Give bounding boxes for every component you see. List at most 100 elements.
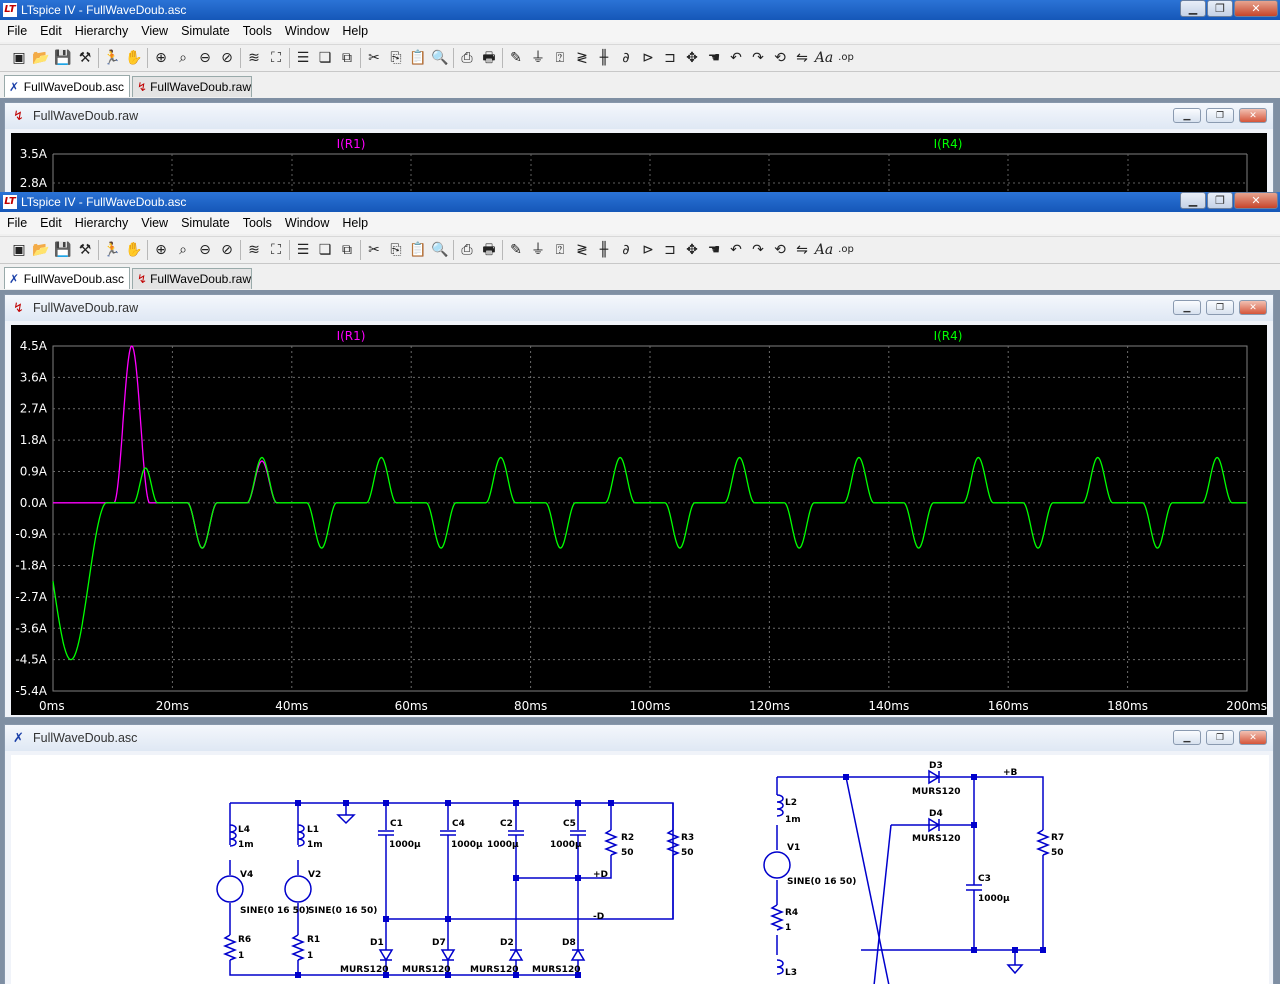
child-restore-button[interactable]: ❐ [1206,108,1234,123]
component-label[interactable]: V1 [787,843,800,853]
component-value[interactable]: 1m [307,840,323,850]
component-value[interactable]: 1000µ [451,840,483,850]
minimize-button[interactable]: ▁ [1180,192,1206,209]
component-label[interactable]: V4 [240,870,253,880]
waveform-plot[interactable]: 4.5A 3.6A 2.7A 1.8A 0.9A 0.0A -0.9A -1.8A -2.7A -… [11,325,1267,715]
component-label[interactable]: D7 [432,938,446,948]
save-icon[interactable]: 💾 [52,47,74,69]
component-value[interactable]: MURS120 [912,834,960,844]
restore-button[interactable]: ❐ [1207,192,1233,209]
close-button[interactable]: ✕ [1234,192,1278,209]
component-label[interactable]: D2 [500,938,514,948]
capacitor-icon[interactable]: ╫ [593,239,615,261]
text-icon[interactable]: Aa [813,47,835,69]
component-value[interactable]: MURS120 [532,965,580,975]
zoom-pan-icon[interactable]: ⌕ [172,239,194,261]
inductor-icon[interactable]: ∂ [615,47,637,69]
zoom-cancel-icon[interactable]: ⊘ [216,239,238,261]
component-value[interactable]: 1m [785,815,801,825]
minimize-button[interactable]: ▁ [1180,0,1206,17]
component-label[interactable]: D1 [370,938,384,948]
menu-file[interactable]: File [0,20,33,42]
menu-hierarchy[interactable]: Hierarchy [68,212,135,234]
child-minimize-button[interactable]: ▁ [1173,300,1201,315]
resistor-icon[interactable]: ≷ [571,47,593,69]
tile-horizontal-icon[interactable]: ☰ [292,47,314,69]
inductor-icon[interactable]: ∂ [615,239,637,261]
schematic-window-titlebar[interactable]: ✗ FullWaveDoub.asc ▁ ❐ ✕ [5,725,1273,751]
trace-label-ir4[interactable]: I(R4) [934,137,963,151]
waveform-plot[interactable]: 3.5A 2.8A I(R1) I(R4) [11,133,1267,192]
cascade-icon[interactable]: ❏ [314,239,336,261]
menu-window[interactable]: Window [278,20,335,42]
component-label[interactable]: C3 [978,874,991,884]
close-windows-icon[interactable]: ⧉ [336,239,358,261]
label-net-icon[interactable]: ⍰ [549,239,571,261]
component-label[interactable]: R1 [307,935,320,945]
run-icon[interactable]: 🏃 [101,47,123,69]
resistor-icon[interactable]: ≷ [571,239,593,261]
undo-icon[interactable]: ↶ [725,239,747,261]
copy-icon[interactable]: ⎘ [385,239,407,261]
menu-view[interactable]: View [134,20,174,42]
autorange-icon[interactable]: ≋ [243,239,265,261]
mirror-icon[interactable]: ⇋ [791,239,813,261]
zoom-extents-icon[interactable]: ⛶ [265,47,287,69]
copy-icon[interactable]: ⎘ [385,47,407,69]
halt-icon[interactable]: ✋ [123,239,145,261]
menu-simulate[interactable]: Simulate [174,212,236,234]
net-label-minus-d[interactable]: -D [593,912,604,922]
menu-edit[interactable]: Edit [33,20,68,42]
label-net-icon[interactable]: ⍰ [549,47,571,69]
component-value[interactable]: MURS120 [912,787,960,797]
capacitor-icon[interactable]: ╫ [593,47,615,69]
run-icon[interactable]: 🏃 [101,239,123,261]
spice-directive-icon[interactable]: .op [835,47,857,69]
child-close-button[interactable]: ✕ [1239,730,1267,745]
draw-wire-icon[interactable]: ✎ [505,47,527,69]
control-panel-icon[interactable]: ⚒ [74,239,96,261]
zoom-extents-icon[interactable]: ⛶ [265,239,287,261]
cascade-icon[interactable]: ❏ [314,47,336,69]
child-restore-button[interactable]: ❐ [1206,730,1234,745]
save-icon[interactable]: 💾 [52,239,74,261]
cut-icon[interactable]: ✂ [363,47,385,69]
schematic-canvas[interactable]: L4 1m L1 1m V4 V2 SINE(0 16 50) SINE(0 1… [11,755,1269,984]
menu-edit[interactable]: Edit [33,212,68,234]
text-icon[interactable]: Aa [813,239,835,261]
print-icon[interactable]: 🖶 [478,47,500,69]
new-schematic-icon[interactable]: ▣ [8,47,30,69]
trace-label-ir1[interactable]: I(R1) [337,137,366,151]
tab-schematic[interactable]: ✗ FullWaveDoub.asc [4,75,130,97]
zoom-pan-icon[interactable]: ⌕ [172,47,194,69]
undo-icon[interactable]: ↶ [725,47,747,69]
trace-label-ir1[interactable]: I(R1) [337,329,366,343]
rotate-icon[interactable]: ⟲ [769,239,791,261]
component-value[interactable]: 1 [238,951,244,961]
ground-icon[interactable]: ⏚ [527,47,549,69]
component-label[interactable]: R7 [1051,833,1064,843]
menu-file[interactable]: File [0,212,33,234]
menu-help[interactable]: Help [335,20,374,42]
component-label[interactable]: R6 [238,935,251,945]
menu-tools[interactable]: Tools [236,20,278,42]
drag-icon[interactable]: ☚ [703,239,725,261]
tab-waveform[interactable]: ↯ FullWaveDoub.raw [132,76,252,97]
print-setup-icon[interactable]: ⎙ [456,47,478,69]
component-value[interactable]: 1 [785,923,791,933]
trace-label-ir4[interactable]: I(R4) [934,329,963,343]
paste-icon[interactable]: 📋 [407,239,429,261]
component-label[interactable]: C2 [500,819,513,829]
component-label[interactable]: L1 [307,825,319,835]
component-value[interactable]: MURS120 [402,965,450,975]
rotate-icon[interactable]: ⟲ [769,47,791,69]
component-value[interactable]: 1000µ [978,894,1010,904]
component-label[interactable]: C4 [452,819,465,829]
component-icon[interactable]: ⊐ [659,239,681,261]
redo-icon[interactable]: ↷ [747,47,769,69]
diode-icon[interactable]: ⊳ [637,239,659,261]
print-setup-icon[interactable]: ⎙ [456,239,478,261]
component-value[interactable]: 50 [681,848,694,858]
zoom-out-icon[interactable]: ⊖ [194,47,216,69]
diode-icon[interactable]: ⊳ [637,47,659,69]
